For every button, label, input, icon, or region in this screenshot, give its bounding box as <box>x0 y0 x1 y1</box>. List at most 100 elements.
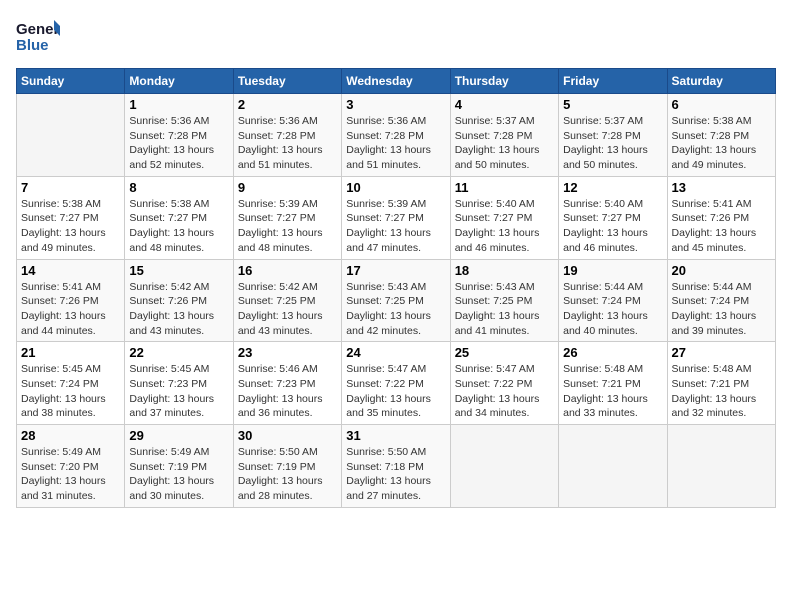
day-number: 15 <box>129 263 228 278</box>
day-number: 7 <box>21 180 120 195</box>
day-cell: 21 Sunrise: 5:45 AMSunset: 7:24 PMDayligh… <box>17 342 125 425</box>
day-info: Sunrise: 5:42 AMSunset: 7:26 PMDaylight:… <box>129 280 228 339</box>
day-cell: 8 Sunrise: 5:38 AMSunset: 7:27 PMDaylight… <box>125 176 233 259</box>
day-info: Sunrise: 5:44 AMSunset: 7:24 PMDaylight:… <box>563 280 662 339</box>
day-info: Sunrise: 5:37 AMSunset: 7:28 PMDaylight:… <box>563 114 662 173</box>
day-cell <box>667 425 775 508</box>
logo: General Blue <box>16 16 60 60</box>
day-info: Sunrise: 5:48 AMSunset: 7:21 PMDaylight:… <box>672 362 771 421</box>
day-info: Sunrise: 5:41 AMSunset: 7:26 PMDaylight:… <box>21 280 120 339</box>
day-number: 21 <box>21 345 120 360</box>
svg-text:Blue: Blue <box>16 37 49 54</box>
day-info: Sunrise: 5:47 AMSunset: 7:22 PMDaylight:… <box>346 362 445 421</box>
day-cell: 13 Sunrise: 5:41 AMSunset: 7:26 PMDayligh… <box>667 176 775 259</box>
day-cell: 1 Sunrise: 5:36 AMSunset: 7:28 PMDaylight… <box>125 94 233 177</box>
day-cell: 18 Sunrise: 5:43 AMSunset: 7:25 PMDayligh… <box>450 259 558 342</box>
day-cell: 2 Sunrise: 5:36 AMSunset: 7:28 PMDaylight… <box>233 94 341 177</box>
day-number: 13 <box>672 180 771 195</box>
day-number: 25 <box>455 345 554 360</box>
header-day-tuesday: Tuesday <box>233 69 341 94</box>
day-number: 4 <box>455 97 554 112</box>
day-number: 20 <box>672 263 771 278</box>
day-cell: 23 Sunrise: 5:46 AMSunset: 7:23 PMDayligh… <box>233 342 341 425</box>
day-cell: 27 Sunrise: 5:48 AMSunset: 7:21 PMDayligh… <box>667 342 775 425</box>
day-info: Sunrise: 5:43 AMSunset: 7:25 PMDaylight:… <box>455 280 554 339</box>
day-number: 19 <box>563 263 662 278</box>
day-number: 11 <box>455 180 554 195</box>
header-day-sunday: Sunday <box>17 69 125 94</box>
day-number: 18 <box>455 263 554 278</box>
week-row-2: 7 Sunrise: 5:38 AMSunset: 7:27 PMDaylight… <box>17 176 776 259</box>
day-info: Sunrise: 5:48 AMSunset: 7:21 PMDaylight:… <box>563 362 662 421</box>
day-number: 30 <box>238 428 337 443</box>
day-info: Sunrise: 5:39 AMSunset: 7:27 PMDaylight:… <box>346 197 445 256</box>
day-cell: 17Sunrise: 5:43 AMSunset: 7:25 PMDayligh… <box>342 259 450 342</box>
day-cell: 4Sunrise: 5:37 AMSunset: 7:28 PMDaylight… <box>450 94 558 177</box>
day-cell: 5 Sunrise: 5:37 AMSunset: 7:28 PMDaylight… <box>559 94 667 177</box>
day-cell <box>17 94 125 177</box>
day-cell: 19 Sunrise: 5:44 AMSunset: 7:24 PMDayligh… <box>559 259 667 342</box>
day-info: Sunrise: 5:38 AMSunset: 7:27 PMDaylight:… <box>21 197 120 256</box>
day-cell: 14Sunrise: 5:41 AMSunset: 7:26 PMDayligh… <box>17 259 125 342</box>
day-number: 6 <box>672 97 771 112</box>
day-info: Sunrise: 5:47 AMSunset: 7:22 PMDaylight:… <box>455 362 554 421</box>
day-cell: 6 Sunrise: 5:38 AMSunset: 7:28 PMDaylight… <box>667 94 775 177</box>
header-day-wednesday: Wednesday <box>342 69 450 94</box>
day-cell: 30 Sunrise: 5:50 AMSunset: 7:19 PMDayligh… <box>233 425 341 508</box>
day-info: Sunrise: 5:38 AMSunset: 7:28 PMDaylight:… <box>672 114 771 173</box>
week-row-4: 21 Sunrise: 5:45 AMSunset: 7:24 PMDayligh… <box>17 342 776 425</box>
day-number: 12 <box>563 180 662 195</box>
day-cell: 3Sunrise: 5:36 AMSunset: 7:28 PMDaylight… <box>342 94 450 177</box>
day-number: 3 <box>346 97 445 112</box>
day-number: 26 <box>563 345 662 360</box>
day-number: 22 <box>129 345 228 360</box>
day-cell: 11Sunrise: 5:40 AMSunset: 7:27 PMDayligh… <box>450 176 558 259</box>
calendar-header: SundayMondayTuesdayWednesdayThursdayFrid… <box>17 69 776 94</box>
day-cell <box>450 425 558 508</box>
day-info: Sunrise: 5:41 AMSunset: 7:26 PMDaylight:… <box>672 197 771 256</box>
day-info: Sunrise: 5:49 AMSunset: 7:19 PMDaylight:… <box>129 445 228 504</box>
calendar-table: SundayMondayTuesdayWednesdayThursdayFrid… <box>16 68 776 508</box>
day-info: Sunrise: 5:40 AMSunset: 7:27 PMDaylight:… <box>563 197 662 256</box>
day-number: 5 <box>563 97 662 112</box>
day-cell: 22 Sunrise: 5:45 AMSunset: 7:23 PMDayligh… <box>125 342 233 425</box>
day-cell: 12 Sunrise: 5:40 AMSunset: 7:27 PMDayligh… <box>559 176 667 259</box>
day-number: 10 <box>346 180 445 195</box>
week-row-5: 28Sunrise: 5:49 AMSunset: 7:20 PMDayligh… <box>17 425 776 508</box>
day-number: 16 <box>238 263 337 278</box>
day-number: 23 <box>238 345 337 360</box>
day-info: Sunrise: 5:45 AMSunset: 7:23 PMDaylight:… <box>129 362 228 421</box>
page-header: General Blue <box>16 16 776 60</box>
day-info: Sunrise: 5:50 AMSunset: 7:18 PMDaylight:… <box>346 445 445 504</box>
day-info: Sunrise: 5:43 AMSunset: 7:25 PMDaylight:… <box>346 280 445 339</box>
day-number: 2 <box>238 97 337 112</box>
day-cell: 16 Sunrise: 5:42 AMSunset: 7:25 PMDayligh… <box>233 259 341 342</box>
day-cell: 10 Sunrise: 5:39 AMSunset: 7:27 PMDayligh… <box>342 176 450 259</box>
calendar-body: 1 Sunrise: 5:36 AMSunset: 7:28 PMDaylight… <box>17 94 776 508</box>
day-cell: 9Sunrise: 5:39 AMSunset: 7:27 PMDaylight… <box>233 176 341 259</box>
day-number: 28 <box>21 428 120 443</box>
day-info: Sunrise: 5:36 AMSunset: 7:28 PMDaylight:… <box>129 114 228 173</box>
header-day-friday: Friday <box>559 69 667 94</box>
day-cell: 29Sunrise: 5:49 AMSunset: 7:19 PMDayligh… <box>125 425 233 508</box>
day-number: 1 <box>129 97 228 112</box>
day-info: Sunrise: 5:42 AMSunset: 7:25 PMDaylight:… <box>238 280 337 339</box>
day-cell: 24 Sunrise: 5:47 AMSunset: 7:22 PMDayligh… <box>342 342 450 425</box>
header-day-thursday: Thursday <box>450 69 558 94</box>
day-number: 31 <box>346 428 445 443</box>
day-info: Sunrise: 5:46 AMSunset: 7:23 PMDaylight:… <box>238 362 337 421</box>
day-cell: 31 Sunrise: 5:50 AMSunset: 7:18 PMDayligh… <box>342 425 450 508</box>
logo-icon: General Blue <box>16 16 60 60</box>
day-number: 24 <box>346 345 445 360</box>
week-row-3: 14Sunrise: 5:41 AMSunset: 7:26 PMDayligh… <box>17 259 776 342</box>
day-info: Sunrise: 5:38 AMSunset: 7:27 PMDaylight:… <box>129 197 228 256</box>
week-row-1: 1 Sunrise: 5:36 AMSunset: 7:28 PMDaylight… <box>17 94 776 177</box>
day-info: Sunrise: 5:36 AMSunset: 7:28 PMDaylight:… <box>238 114 337 173</box>
day-info: Sunrise: 5:45 AMSunset: 7:24 PMDaylight:… <box>21 362 120 421</box>
day-number: 27 <box>672 345 771 360</box>
day-info: Sunrise: 5:50 AMSunset: 7:19 PMDaylight:… <box>238 445 337 504</box>
header-row: SundayMondayTuesdayWednesdayThursdayFrid… <box>17 69 776 94</box>
day-number: 8 <box>129 180 228 195</box>
day-cell: 26 Sunrise: 5:48 AMSunset: 7:21 PMDayligh… <box>559 342 667 425</box>
day-cell: 28Sunrise: 5:49 AMSunset: 7:20 PMDayligh… <box>17 425 125 508</box>
